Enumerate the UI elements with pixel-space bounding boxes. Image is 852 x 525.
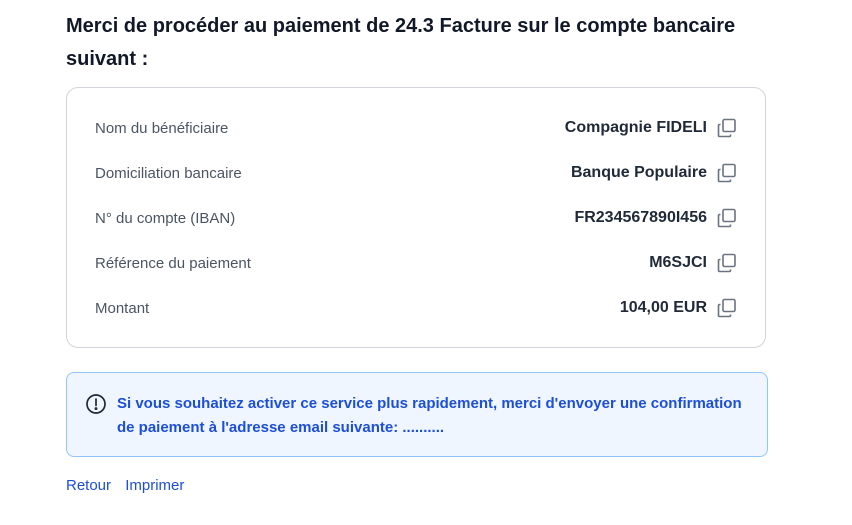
detail-label: N° du compte (IBAN) (95, 210, 236, 227)
detail-value: Banque Populaire (570, 164, 707, 181)
detail-row-reference: Référence du paiement M6SJCI (67, 249, 765, 279)
footer-links: Retour Imprimer (66, 477, 194, 494)
detail-row-iban: N° du compte (IBAN) FR234567890I456 (67, 204, 765, 234)
copy-icon[interactable] (716, 162, 738, 184)
info-notice: Si vous souhaitez activer ce service plu… (66, 372, 768, 457)
copy-icon[interactable] (716, 207, 738, 229)
detail-row-bank: Domiciliation bancaire Banque Populaire (67, 159, 765, 189)
detail-value: 104,00 EUR (619, 299, 707, 316)
bank-details-card: Nom du bénéficiaire Compagnie FIDELI Dom… (66, 87, 766, 348)
detail-row-beneficiary: Nom du bénéficiaire Compagnie FIDELI (67, 114, 765, 144)
detail-value: Compagnie FIDELI (564, 119, 707, 136)
print-link[interactable]: Imprimer (125, 477, 184, 494)
notice-text: Si vous souhaitez activer ce service plu… (117, 395, 742, 436)
page-title: Merci de procéder au paiement de 24.3 Fa… (66, 15, 736, 70)
detail-value: M6SJCI (649, 254, 707, 271)
detail-value: FR234567890I456 (574, 209, 707, 226)
detail-row-amount: Montant 104,00 EUR (67, 294, 765, 324)
detail-label: Référence du paiement (95, 255, 251, 272)
copy-icon[interactable] (716, 252, 738, 274)
detail-label: Domiciliation bancaire (95, 165, 242, 182)
detail-label: Montant (95, 300, 150, 317)
copy-icon[interactable] (716, 297, 738, 319)
detail-label: Nom du bénéficiaire (95, 120, 229, 137)
info-circle-icon (85, 393, 107, 415)
back-link[interactable]: Retour (66, 477, 111, 494)
payment-instructions-page: Merci de procéder au paiement de 24.3 Fa… (0, 0, 852, 525)
copy-icon[interactable] (716, 117, 738, 139)
